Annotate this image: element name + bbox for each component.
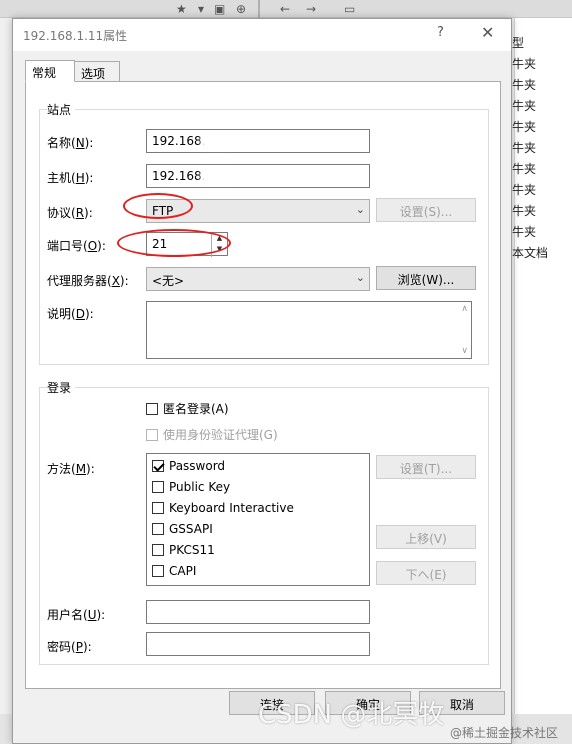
port-spinner[interactable]: ▲ ▼ bbox=[211, 233, 227, 257]
protocol-label: 协议(R): bbox=[47, 206, 93, 220]
browse-button[interactable]: 浏览(W)... bbox=[376, 266, 476, 290]
method-settings-button[interactable]: 设置(T)... bbox=[376, 455, 476, 479]
name-label: 名称(N): bbox=[47, 136, 94, 150]
password-field[interactable] bbox=[146, 632, 370, 656]
method-label-text: Public Key bbox=[169, 480, 231, 494]
site-group-label: 站点 bbox=[47, 101, 76, 118]
move-up-button[interactable]: 上移(V) bbox=[376, 525, 476, 549]
properties-dialog: 192.168.1.11属性 ? ✕ 常规 选项 站点 名称(N): 192.1… bbox=[12, 18, 512, 744]
background-list-item: 牛夹 bbox=[512, 99, 537, 113]
login-group-label: 登录 bbox=[47, 379, 76, 396]
background-list-item: 牛夹 bbox=[512, 120, 537, 134]
method-checkbox-password[interactable]: Password bbox=[152, 459, 225, 473]
method-label-text: Keyboard Interactive bbox=[169, 501, 294, 515]
username-label: 用户名(U): bbox=[47, 608, 106, 622]
scroll-down-icon[interactable]: ∨ bbox=[461, 346, 468, 356]
checkbox-box bbox=[152, 544, 164, 556]
background-list-item: 牛夹 bbox=[512, 183, 537, 197]
checkbox-box bbox=[152, 481, 164, 493]
background-list-item: 牛夹 bbox=[512, 204, 537, 218]
redaction bbox=[201, 134, 231, 148]
protocol-settings-button[interactable]: 设置(S)... bbox=[376, 198, 476, 222]
checkbox-box bbox=[152, 502, 164, 514]
forward-icon: → bbox=[306, 2, 317, 16]
method-checkbox-pkcs11[interactable]: PKCS11 bbox=[152, 543, 215, 557]
username-field[interactable] bbox=[146, 600, 370, 624]
chevron-down-icon: ⌄ bbox=[355, 203, 365, 216]
close-button[interactable]: ✕ bbox=[481, 23, 497, 43]
method-checkbox-public-key[interactable]: Public Key bbox=[152, 480, 230, 494]
background-list-item: 牛夹 bbox=[512, 141, 537, 155]
proxy-select[interactable]: <无> ⌄ bbox=[146, 267, 370, 291]
proxy-label: 代理服务器(X): bbox=[47, 274, 129, 288]
password-label: 密码(P): bbox=[47, 640, 92, 654]
method-checkbox-capi[interactable]: CAPI bbox=[152, 564, 196, 578]
description-field[interactable]: ∧ ∨ bbox=[146, 301, 472, 359]
background-list-item: 牛夹 bbox=[512, 225, 537, 239]
protocol-select[interactable]: FTP ⌄ bbox=[146, 199, 370, 223]
auth-proxy-checkbox[interactable]: 使用身份验证代理(G) bbox=[146, 426, 278, 443]
address-folder-icon: ▭ bbox=[344, 2, 356, 16]
host-field[interactable]: 192.168. bbox=[146, 164, 370, 188]
method-label: 方法(M): bbox=[47, 462, 95, 476]
host-label: 主机(H): bbox=[47, 171, 94, 185]
checkbox-box bbox=[152, 523, 164, 535]
scroll-up-icon[interactable]: ∧ bbox=[461, 304, 468, 314]
port-label: 端口号(O): bbox=[47, 239, 106, 253]
tab-general[interactable]: 常规 bbox=[25, 60, 75, 82]
help-button[interactable]: ? bbox=[437, 25, 451, 43]
tab-options-label: 选项 bbox=[81, 67, 106, 81]
tab-panel-general: 站点 名称(N): 192.168. 主机(H): 192.168. 协议(R)… bbox=[25, 81, 501, 689]
method-checkbox-gssapi[interactable]: GSSAPI bbox=[152, 522, 213, 536]
method-checkbox-keyboard-interactive[interactable]: Keyboard Interactive bbox=[152, 501, 294, 515]
tab-options[interactable]: 选项 bbox=[74, 61, 120, 83]
method-label-text: CAPI bbox=[169, 564, 197, 578]
description-label: 说明(D): bbox=[47, 307, 94, 321]
folder-icon: ▣ bbox=[214, 2, 226, 16]
checkbox-box bbox=[152, 565, 164, 577]
background-list-item: 牛夹 bbox=[512, 162, 537, 176]
chevron-down-icon: ⌄ bbox=[355, 271, 365, 284]
watermark-sub: @稀土掘金技术社区 bbox=[450, 726, 559, 740]
back-icon: ← bbox=[280, 2, 291, 16]
dropdown-icon: ▾ bbox=[198, 2, 205, 16]
method-label-text: GSSAPI bbox=[169, 522, 213, 536]
background-list-item: 牛夹 bbox=[512, 57, 537, 71]
title-bar: 192.168.1.11属性 ? ✕ bbox=[13, 19, 511, 51]
background-list-item: 本文档 bbox=[512, 246, 549, 260]
search-icon: ⊕ bbox=[236, 2, 247, 16]
method-label-text: PKCS11 bbox=[169, 543, 215, 557]
window-separator bbox=[258, 0, 260, 18]
star-icon: ★ bbox=[176, 2, 187, 16]
method-list: Password Public Key Keyboard Interactive GS… bbox=[146, 453, 370, 586]
name-field[interactable]: 192.168. bbox=[146, 129, 370, 153]
method-label-text: Password bbox=[169, 459, 226, 473]
tab-general-label: 常规 bbox=[32, 66, 57, 80]
spin-down-icon[interactable]: ▼ bbox=[212, 244, 227, 255]
port-field[interactable]: 21 ▲ ▼ bbox=[146, 232, 228, 257]
checkbox-box bbox=[152, 460, 164, 472]
background-list-item: 牛夹 bbox=[512, 78, 537, 92]
background-list-item: 型 bbox=[512, 36, 525, 50]
spin-up-icon[interactable]: ▲ bbox=[212, 233, 227, 244]
redaction bbox=[201, 169, 231, 183]
watermark-main: CSDN @北冥牧 bbox=[258, 700, 445, 730]
dialog-title: 192.168.1.11属性 bbox=[23, 29, 128, 43]
move-down-button[interactable]: 下へ(E) bbox=[376, 561, 476, 585]
anonymous-login-checkbox[interactable]: 匿名登录(A) bbox=[146, 400, 229, 417]
